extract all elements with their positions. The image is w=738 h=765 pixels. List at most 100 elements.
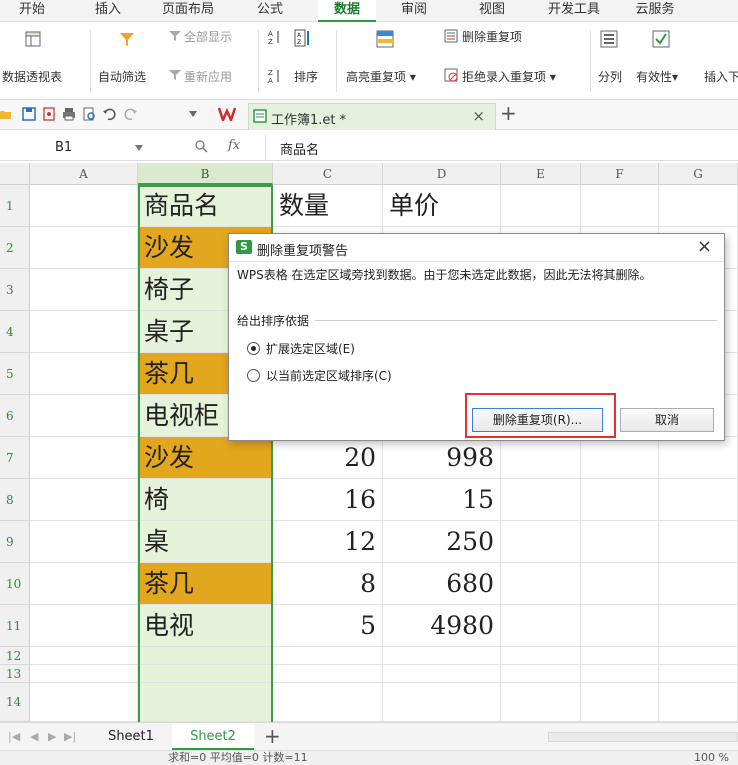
product-name-cell[interactable]: 电视 — [138, 605, 273, 647]
close-tab-button[interactable]: × — [472, 107, 485, 125]
product-name-cell[interactable] — [138, 665, 273, 683]
tab-formula[interactable]: 公式 — [246, 0, 294, 22]
last-sheet-icon[interactable]: ▶| — [64, 730, 76, 743]
cell-a[interactable] — [30, 665, 138, 683]
cell-a[interactable] — [30, 437, 138, 479]
highlight-duplicates-button[interactable]: 高亮重复项 ▾ — [346, 68, 416, 85]
quantity-cell[interactable]: 12 — [273, 521, 383, 563]
quantity-cell[interactable] — [273, 665, 383, 683]
quantity-cell[interactable]: 8 — [273, 563, 383, 605]
cell-g[interactable] — [659, 563, 738, 605]
insert-dropdown-button[interactable]: 插入下 — [704, 68, 738, 85]
cell-a[interactable] — [30, 227, 138, 269]
current-selection-radio[interactable]: 以当前选定区域排序(C) — [247, 367, 392, 384]
add-sheet-button[interactable]: + — [264, 724, 281, 748]
cell-g[interactable] — [659, 665, 738, 683]
dropdown-arrow-icon[interactable] — [135, 145, 143, 151]
quantity-cell[interactable] — [273, 683, 383, 722]
product-name-cell[interactable]: 茶几 — [138, 563, 273, 605]
zoom-magnifier-icon[interactable] — [194, 139, 208, 153]
cell-a[interactable] — [30, 269, 138, 311]
header-cell-quantity[interactable]: 数量 — [273, 185, 383, 227]
open-folder-icon[interactable] — [0, 107, 12, 121]
autofilter-button[interactable]: 自动筛选 — [98, 68, 146, 85]
tab-review[interactable]: 审阅 — [390, 0, 438, 22]
cancel-button[interactable]: 取消 — [620, 408, 714, 432]
cell-g[interactable] — [659, 647, 738, 665]
delete-duplicates-button[interactable]: 删除重复项 — [462, 28, 522, 45]
cell-a[interactable] — [30, 647, 138, 665]
row-header[interactable]: 4 — [0, 311, 30, 353]
cell-e[interactable] — [501, 605, 581, 647]
row-header[interactable]: 1 — [0, 185, 30, 227]
column-header-c[interactable]: C — [273, 163, 383, 185]
reapply-button[interactable]: 重新应用 — [184, 68, 232, 85]
tab-insert[interactable]: 插入 — [84, 0, 132, 22]
column-header-e[interactable]: E — [501, 163, 581, 185]
cell-g[interactable] — [659, 185, 738, 227]
name-box[interactable]: B1 — [0, 137, 150, 159]
price-cell[interactable]: 250 — [383, 521, 501, 563]
print-preview-icon[interactable] — [82, 107, 96, 121]
cell-a[interactable] — [30, 311, 138, 353]
row-header[interactable]: 14 — [0, 683, 30, 722]
sheet-tab-sheet1[interactable]: Sheet1 — [92, 723, 170, 750]
column-header-b[interactable]: B — [138, 163, 273, 185]
tab-data[interactable]: 数据 — [318, 0, 376, 22]
prev-sheet-icon[interactable]: ◀ — [30, 730, 38, 743]
new-tab-button[interactable]: + — [500, 101, 517, 125]
delete-duplicates-confirm-button[interactable]: 删除重复项(R)... — [472, 408, 603, 432]
header-cell-price[interactable]: 单价 — [383, 185, 501, 227]
price-cell[interactable]: 680 — [383, 563, 501, 605]
cell-f[interactable] — [581, 479, 659, 521]
cell-f[interactable] — [581, 563, 659, 605]
cell-e[interactable] — [501, 647, 581, 665]
tab-view[interactable]: 视图 — [468, 0, 516, 22]
cell-a[interactable] — [30, 563, 138, 605]
dialog-close-button[interactable]: × — [697, 236, 712, 257]
select-all-corner[interactable] — [0, 163, 30, 185]
row-header[interactable]: 8 — [0, 479, 30, 521]
print-icon[interactable] — [62, 107, 76, 121]
cell-g[interactable] — [659, 479, 738, 521]
cell-e[interactable] — [501, 665, 581, 683]
customize-dropdown-icon[interactable] — [188, 110, 198, 118]
header-cell-product[interactable]: 商品名 — [138, 185, 273, 227]
cell-f[interactable] — [581, 521, 659, 563]
column-header-g[interactable]: G — [659, 163, 738, 185]
cell-e[interactable] — [501, 437, 581, 479]
cell-a[interactable] — [30, 353, 138, 395]
cell-a[interactable] — [30, 683, 138, 722]
tab-cloud[interactable]: 云服务 — [624, 0, 686, 22]
document-tab[interactable]: 工作簿1.et * × — [248, 103, 496, 130]
cell-f[interactable] — [581, 185, 659, 227]
cell-f[interactable] — [581, 647, 659, 665]
pivot-table-button[interactable]: 数据透视表 — [2, 68, 62, 85]
cell-a[interactable] — [30, 185, 138, 227]
product-name-cell[interactable] — [138, 647, 273, 665]
cell-a[interactable] — [30, 521, 138, 563]
column-header-f[interactable]: F — [581, 163, 659, 185]
validity-button[interactable]: 有效性▾ — [636, 68, 678, 85]
sheet-tab-sheet2[interactable]: Sheet2 — [172, 723, 254, 750]
price-cell[interactable]: 998 — [383, 437, 501, 479]
first-sheet-icon[interactable]: |◀ — [8, 730, 20, 743]
cell-e[interactable] — [501, 521, 581, 563]
row-header[interactable]: 2 — [0, 227, 30, 269]
cell-f[interactable] — [581, 683, 659, 722]
column-header-a[interactable]: A — [30, 163, 138, 185]
text-to-columns-button[interactable]: 分列 — [598, 68, 622, 85]
row-header[interactable]: 7 — [0, 437, 30, 479]
fx-button[interactable]: fx — [228, 138, 240, 153]
cell-f[interactable] — [581, 665, 659, 683]
row-header[interactable]: 13 — [0, 665, 30, 683]
row-header[interactable]: 5 — [0, 353, 30, 395]
cell-a[interactable] — [30, 479, 138, 521]
expand-selection-radio[interactable]: 扩展选定区域(E) — [247, 340, 355, 357]
cell-g[interactable] — [659, 521, 738, 563]
price-cell[interactable]: 4980 — [383, 605, 501, 647]
cell-a[interactable] — [30, 605, 138, 647]
quantity-cell[interactable]: 20 — [273, 437, 383, 479]
row-header[interactable]: 10 — [0, 563, 30, 605]
product-name-cell[interactable]: 沙发 — [138, 437, 273, 479]
